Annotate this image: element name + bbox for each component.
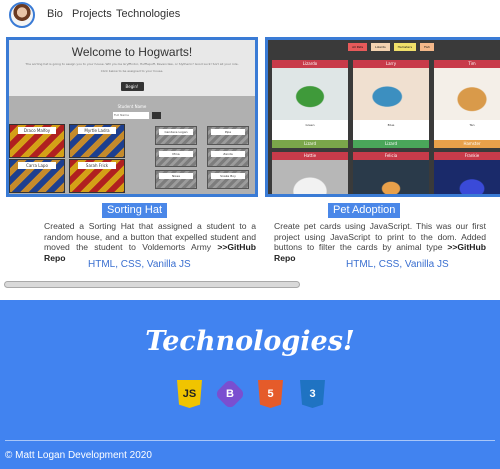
bootstrap-icon: B	[214, 378, 246, 410]
js-icon: JS	[177, 380, 202, 408]
student-name: Myrtle Ladra	[78, 127, 116, 134]
sorting-hat-preview-body: Student Name Full Name Draco Malfoy Myrt…	[9, 96, 255, 197]
nav-link-projects[interactable]: Projects	[72, 8, 112, 20]
pet-name: Frankie	[434, 152, 500, 160]
project-tech-list: HTML, CSS, Vanilla JS	[346, 259, 449, 270]
technology-icons: JS B 5 3	[177, 378, 325, 410]
preview-begin-button: Begin!	[120, 82, 144, 91]
army-name: Zanda	[211, 151, 245, 157]
footer-copyright: © Matt Logan Development 2020	[5, 450, 152, 461]
student-card: Sarah Frick	[69, 159, 125, 193]
project-description: Created a Sorting Hat that assigned a st…	[44, 221, 256, 263]
pet-image	[353, 160, 429, 194]
army-card: Snake Boy	[207, 170, 249, 189]
project-title-pet-adoption[interactable]: Pet Adoption	[328, 203, 401, 218]
pet-color: Tan	[469, 123, 475, 127]
pet-color: Blue	[387, 123, 395, 127]
pet-card: Larry Blue Lizard	[353, 60, 429, 148]
filter-lizards: Lizards	[371, 43, 390, 51]
nav-link-technologies[interactable]: Technologies	[116, 8, 180, 20]
army-card: Zanda	[207, 148, 249, 167]
pet-image	[434, 68, 500, 120]
student-card: Draco Malfoy	[9, 124, 65, 158]
army-card: Pipa	[207, 126, 249, 145]
filter-fish: Fish	[420, 43, 434, 51]
filter-hamsters: Hamsters	[393, 43, 417, 51]
project-card-sorting-hat[interactable]: Welcome to Hogwarts! The sorting hat is …	[6, 37, 258, 197]
pet-type: Lizard	[272, 140, 348, 148]
army-name: Snake Boy	[211, 173, 245, 179]
horizontal-scrollbar[interactable]	[4, 281, 300, 288]
pet-card: Hattie	[272, 152, 348, 194]
filter-all-pets: All Pets	[348, 43, 368, 51]
student-name: Carra Lapo	[18, 162, 56, 169]
pet-image	[434, 160, 500, 194]
css3-icon: 3	[300, 380, 325, 408]
army-card: Mina	[155, 148, 197, 167]
preview-heading: Welcome to Hogwarts!	[71, 45, 193, 59]
project-card-pet-adoption[interactable]: All Pets Lizards Hamsters Fish Lizardo G…	[265, 37, 500, 197]
project-title-sorting-hat[interactable]: Sorting Hat	[102, 203, 168, 218]
pet-card: Frankie	[434, 152, 500, 194]
student-card: Myrtle Ladra	[69, 124, 125, 158]
avatar[interactable]	[9, 2, 35, 28]
pet-name: Felicia	[353, 152, 429, 160]
pet-filter-bar: All Pets Lizards Hamsters Fish	[268, 43, 500, 51]
army-name: Candace Logan	[159, 129, 193, 135]
bootstrap-icon-label: B	[226, 387, 234, 400]
pet-name: Larry	[353, 60, 429, 68]
preview-button-hint: Click below to be assigned to your house…	[100, 69, 164, 73]
nav-link-bio[interactable]: Bio	[47, 8, 63, 20]
student-card: Carra Lapo	[9, 159, 65, 193]
pet-name: Tim	[434, 60, 500, 68]
sorting-hat-preview-header: Welcome to Hogwarts! The sorting hat is …	[9, 40, 255, 96]
pet-card: Tim Tan Hamster	[434, 60, 500, 148]
student-name: Draco Malfoy	[18, 127, 56, 134]
pet-type: Lizard	[353, 140, 429, 148]
pet-image	[272, 160, 348, 194]
student-name: Sarah Frick	[78, 162, 116, 169]
army-card: Candace Logan	[155, 126, 197, 145]
technologies-section: Technologies! JS B 5 3 © Matt Logan Deve…	[0, 300, 500, 469]
preview-subtext: The sorting hat is going to assign you t…	[25, 62, 239, 66]
army-card: Nissa	[155, 170, 197, 189]
footer-divider	[5, 440, 495, 441]
project-description: Create pet cards using JavaScript. This …	[274, 221, 486, 263]
pet-type: Hamster	[434, 140, 500, 148]
pet-name: Hattie	[272, 152, 348, 160]
army-name: Pipa	[211, 129, 245, 135]
pet-card: Felicia	[353, 152, 429, 194]
navbar: Bio Projects Technologies	[0, 0, 500, 30]
pet-image	[353, 68, 429, 120]
technologies-title: Technologies!	[145, 326, 355, 357]
project-tech-list: HTML, CSS, Vanilla JS	[88, 259, 191, 270]
preview-name-input: Full Name	[113, 112, 149, 119]
student-card	[9, 194, 65, 197]
preview-form-label: Student Name	[117, 104, 147, 109]
army-name: Mina	[159, 151, 193, 157]
pet-card: Lizardo Green Lizard	[272, 60, 348, 148]
army-name: Nissa	[159, 173, 193, 179]
pet-image	[272, 68, 348, 120]
preview-go-button	[152, 112, 161, 119]
pet-color: Green	[305, 123, 315, 127]
html5-icon: 5	[258, 380, 283, 408]
pet-name: Lizardo	[272, 60, 348, 68]
